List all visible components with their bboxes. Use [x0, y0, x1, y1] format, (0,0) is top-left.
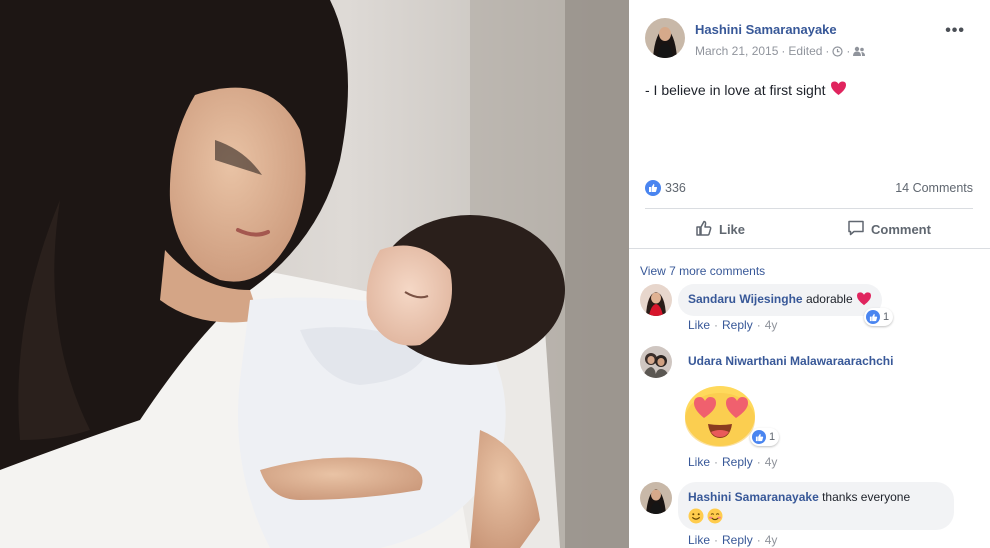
commenter-avatar[interactable]	[640, 482, 672, 514]
comment-reactions[interactable]: 1	[750, 428, 780, 446]
view-more-comments-link[interactable]: View 7 more comments	[640, 264, 765, 278]
heart-icon	[856, 291, 872, 309]
comment: Hashini Samaranayake thanks everyone Lik…	[640, 482, 985, 548]
like-reaction-icon	[752, 430, 766, 444]
comment-like-link[interactable]: Like	[688, 318, 710, 332]
commenter-avatar[interactable]	[640, 284, 672, 316]
heart-icon	[830, 80, 847, 99]
mother-baby-photo	[0, 0, 629, 548]
like-reaction-icon[interactable]	[645, 180, 661, 196]
comment-icon	[847, 219, 865, 240]
thumbs-up-icon	[695, 219, 713, 240]
reactions-summary: 336 14 Comments	[645, 180, 973, 198]
comment-like-link[interactable]: Like	[688, 533, 710, 547]
comment-actions: Like · Reply · 4y	[688, 533, 778, 547]
post-header: Hashini Samaranayake March 21, 2015 · Ed…	[645, 18, 985, 62]
comment-time[interactable]: 4y	[765, 533, 778, 547]
smile-emoji	[688, 508, 704, 527]
divider	[629, 248, 990, 249]
author-name[interactable]: Hashini Samaranayake	[695, 22, 837, 37]
post-meta: March 21, 2015 · Edited · ·	[695, 44, 866, 58]
commenter-avatar[interactable]	[640, 346, 672, 378]
edited-label[interactable]: Edited	[788, 44, 822, 58]
comment-time[interactable]: 4y	[765, 318, 778, 332]
comment-reply-link[interactable]: Reply	[722, 318, 753, 332]
author-avatar[interactable]	[645, 18, 685, 58]
commenter-name[interactable]: Hashini Samaranayake	[688, 490, 819, 504]
comment-bubble: Sandaru Wijesinghe adorable	[678, 284, 882, 316]
comments-count[interactable]: 14 Comments	[895, 181, 973, 195]
comment-label: Comment	[871, 221, 931, 237]
post-sidebar: Hashini Samaranayake March 21, 2015 · Ed…	[629, 0, 990, 548]
reaction-count[interactable]: 336	[665, 181, 686, 195]
comment-reactions[interactable]: 1	[864, 308, 894, 326]
blush-emoji	[707, 508, 723, 527]
like-button[interactable]: Like	[695, 218, 745, 240]
post-text: - I believe in love at first sight	[645, 80, 847, 99]
more-options-icon[interactable]: •••	[945, 22, 965, 40]
comment-bubble: Hashini Samaranayake thanks everyone	[678, 482, 954, 530]
clock-icon	[832, 45, 844, 57]
post-photo[interactable]	[0, 0, 629, 548]
commenter-name[interactable]: Udara Niwarthani Malawaraarachchi	[688, 354, 893, 368]
comment-reply-link[interactable]: Reply	[722, 455, 753, 469]
friends-icon[interactable]	[853, 46, 866, 57]
comment-text: thanks everyone	[822, 490, 911, 504]
comment-button[interactable]: Comment	[847, 218, 931, 240]
comment-actions: Like · Reply · 4y	[688, 455, 778, 469]
heart-eyes-emoji	[682, 382, 758, 453]
commenter-name[interactable]: Sandaru Wijesinghe	[688, 292, 803, 306]
comment-reply-link[interactable]: Reply	[722, 533, 753, 547]
comment: Sandaru Wijesinghe adorable 1 Like · Rep…	[640, 284, 980, 340]
divider	[645, 208, 973, 209]
comment-actions: Like · Reply · 4y	[688, 318, 778, 332]
like-reaction-icon	[866, 310, 880, 324]
comment-text: adorable	[805, 292, 853, 306]
comment: Udara Niwarthani Malawaraarachchi 1 Like…	[640, 346, 980, 476]
post-date[interactable]: March 21, 2015	[695, 44, 778, 58]
like-label: Like	[719, 221, 746, 237]
comment-time[interactable]: 4y	[765, 455, 778, 469]
comment-like-link[interactable]: Like	[688, 455, 710, 469]
